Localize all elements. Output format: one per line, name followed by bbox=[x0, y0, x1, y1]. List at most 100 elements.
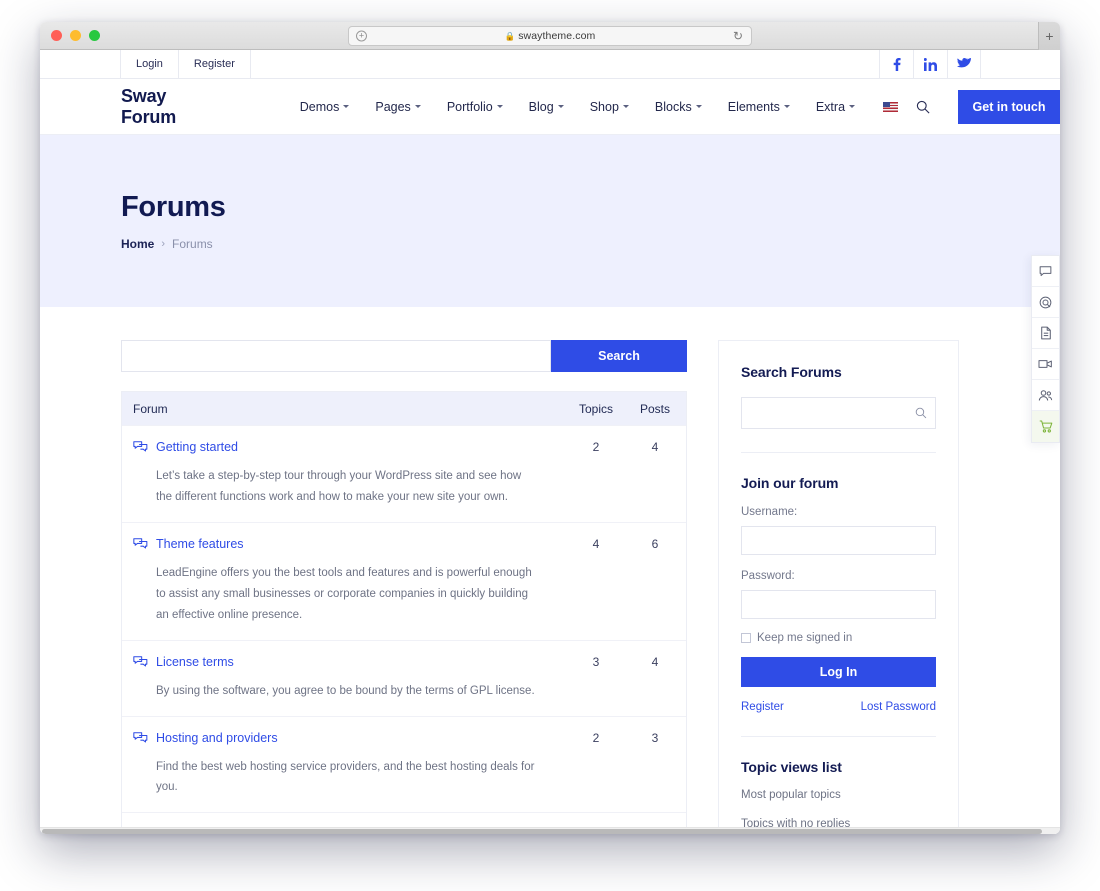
log-in-button[interactable]: Log In bbox=[741, 657, 936, 687]
breadcrumb-separator: › bbox=[161, 238, 166, 250]
sidebar-column: Search Forums Join our forum Username: P… bbox=[718, 340, 959, 834]
table-row[interactable]: Hosting and providers Find the best web … bbox=[122, 715, 686, 813]
forum-title-line: Theme features bbox=[133, 536, 558, 555]
site-logo[interactable]: Sway Forum bbox=[121, 86, 216, 128]
maximize-window-button[interactable] bbox=[89, 30, 100, 41]
close-window-button[interactable] bbox=[51, 30, 62, 41]
forum-link[interactable]: Hosting and providers bbox=[156, 730, 278, 747]
nav-item-blog[interactable]: Blog bbox=[516, 100, 577, 114]
forum-title-line: License terms bbox=[133, 654, 558, 673]
forum-description: Let’s take a step-by-step tour through y… bbox=[156, 470, 522, 503]
shopping-cart-icon[interactable] bbox=[1032, 411, 1059, 442]
column-header-topics: Topics bbox=[578, 401, 613, 416]
browser-window: + 🔒 swaytheme.com ↻ + Login Register Swa… bbox=[40, 22, 1060, 834]
document-icon[interactable] bbox=[1032, 318, 1059, 349]
login-helper-links: Register Lost Password bbox=[741, 701, 936, 713]
search-icon[interactable] bbox=[915, 407, 927, 419]
forum-search-row: Search bbox=[121, 340, 687, 372]
widget-title-join-forum: Join our forum bbox=[741, 475, 839, 491]
us-flag-icon[interactable] bbox=[883, 101, 899, 112]
minimize-window-button[interactable] bbox=[70, 30, 81, 41]
keep-signed-in-label: Keep me signed in bbox=[757, 632, 853, 644]
get-in-touch-button[interactable]: Get in touch bbox=[958, 89, 1060, 124]
forum-link[interactable]: Getting started bbox=[156, 439, 238, 456]
forum-cell: Getting started Let’s take a step-by-ste… bbox=[122, 439, 568, 508]
comments-icon bbox=[133, 537, 148, 555]
nav-item-blocks[interactable]: Blocks bbox=[642, 100, 715, 114]
password-label: Password: bbox=[741, 570, 795, 582]
search-input[interactable] bbox=[121, 340, 551, 372]
forum-link[interactable]: License terms bbox=[156, 654, 234, 671]
lost-password-link[interactable]: Lost Password bbox=[861, 701, 936, 713]
facebook-icon[interactable] bbox=[879, 50, 913, 78]
reload-icon[interactable]: ↻ bbox=[733, 29, 743, 43]
address-bar[interactable]: + 🔒 swaytheme.com ↻ bbox=[348, 26, 752, 46]
column-header-posts: Posts bbox=[639, 401, 670, 416]
search-button[interactable]: Search bbox=[551, 340, 687, 372]
chevron-down-icon bbox=[557, 105, 564, 108]
nav-menu: Demos Pages Portfolio Blog Shop Blocks E… bbox=[287, 100, 930, 114]
chevron-down-icon bbox=[849, 105, 856, 108]
new-tab-button[interactable]: + bbox=[1038, 22, 1060, 50]
forum-title-line: Hosting and providers bbox=[133, 730, 558, 749]
people-icon[interactable] bbox=[1032, 380, 1059, 411]
comments-icon bbox=[133, 655, 148, 673]
nav-item-shop[interactable]: Shop bbox=[577, 100, 642, 114]
widget-search-forums: Search Forums bbox=[741, 364, 936, 429]
nav-item-portfolio-label: Portfolio bbox=[446, 99, 493, 114]
plus-circle-icon[interactable]: + bbox=[356, 30, 367, 42]
scrollbar-thumb[interactable] bbox=[42, 829, 1042, 834]
table-row[interactable]: Getting started Let’s take a step-by-ste… bbox=[122, 425, 686, 522]
username-field[interactable] bbox=[741, 526, 936, 555]
posts-count: 6 bbox=[651, 536, 659, 551]
register-link[interactable]: Register bbox=[741, 701, 784, 713]
address-bar-url: swaytheme.com bbox=[518, 30, 596, 42]
widget-topic-views: Topic views list Most popular topics Top… bbox=[741, 737, 936, 834]
table-row[interactable]: License terms By using the software, you… bbox=[122, 639, 686, 716]
sidebar-search-input[interactable] bbox=[741, 397, 936, 429]
nav-item-pages[interactable]: Pages bbox=[362, 100, 433, 114]
breadcrumb-home[interactable]: Home bbox=[121, 237, 154, 251]
topics-count: 3 bbox=[592, 654, 600, 669]
list-item[interactable]: Most popular topics bbox=[741, 787, 936, 804]
forum-description: Find the best web hosting service provid… bbox=[156, 760, 535, 794]
nav-item-extra[interactable]: Extra bbox=[803, 100, 868, 114]
nav-item-extra-label: Extra bbox=[815, 99, 846, 114]
keep-signed-in-row[interactable]: Keep me signed in bbox=[741, 632, 936, 644]
pin-location-icon[interactable] bbox=[1032, 287, 1059, 318]
chevron-down-icon bbox=[343, 105, 350, 108]
forum-table-header: Forum Topics Posts bbox=[122, 392, 686, 425]
table-row[interactable]: Theme features LeadEngine offers you the… bbox=[122, 521, 686, 640]
horizontal-scrollbar[interactable] bbox=[40, 827, 1060, 834]
window-traffic-lights[interactable] bbox=[51, 30, 100, 41]
floating-sticky-sidebar bbox=[1031, 255, 1060, 443]
main-column: Search Forum Topics Posts Getting starte… bbox=[121, 340, 687, 834]
page-title: Forums bbox=[121, 191, 226, 223]
forum-link[interactable]: Theme features bbox=[156, 536, 244, 553]
password-field[interactable] bbox=[741, 590, 936, 619]
nav-item-shop-label: Shop bbox=[589, 99, 619, 114]
video-camera-icon[interactable] bbox=[1032, 349, 1059, 380]
search-icon[interactable] bbox=[916, 100, 930, 114]
page-hero: Forums Home › Forums bbox=[40, 135, 1060, 307]
nav-item-elements[interactable]: Elements bbox=[715, 100, 803, 114]
chevron-down-icon bbox=[783, 105, 790, 108]
chevron-down-icon bbox=[496, 105, 503, 108]
topbar-link-register[interactable]: Register bbox=[177, 50, 251, 78]
topbar-link-login[interactable]: Login bbox=[120, 50, 179, 78]
nav-item-blog-label: Blog bbox=[528, 99, 554, 114]
twitter-icon[interactable] bbox=[947, 50, 981, 78]
nav-item-portfolio[interactable]: Portfolio bbox=[434, 100, 516, 114]
chat-bubble-icon[interactable] bbox=[1032, 256, 1059, 287]
posts-count: 3 bbox=[651, 730, 659, 745]
chevron-down-icon bbox=[414, 105, 421, 108]
forum-description: By using the software, you agree to be b… bbox=[156, 684, 535, 697]
breadcrumb-current: Forums bbox=[172, 237, 213, 251]
linkedin-icon[interactable] bbox=[913, 50, 947, 78]
nav-item-demos[interactable]: Demos bbox=[287, 100, 363, 114]
topics-count: 2 bbox=[592, 730, 600, 745]
forum-table: Forum Topics Posts Getting started Let’s… bbox=[121, 391, 687, 834]
main-navigation: Sway Forum Demos Pages Portfolio Blog Sh… bbox=[40, 79, 1060, 135]
forum-cell: Theme features LeadEngine offers you the… bbox=[122, 536, 568, 626]
keep-signed-in-checkbox[interactable] bbox=[741, 633, 751, 643]
